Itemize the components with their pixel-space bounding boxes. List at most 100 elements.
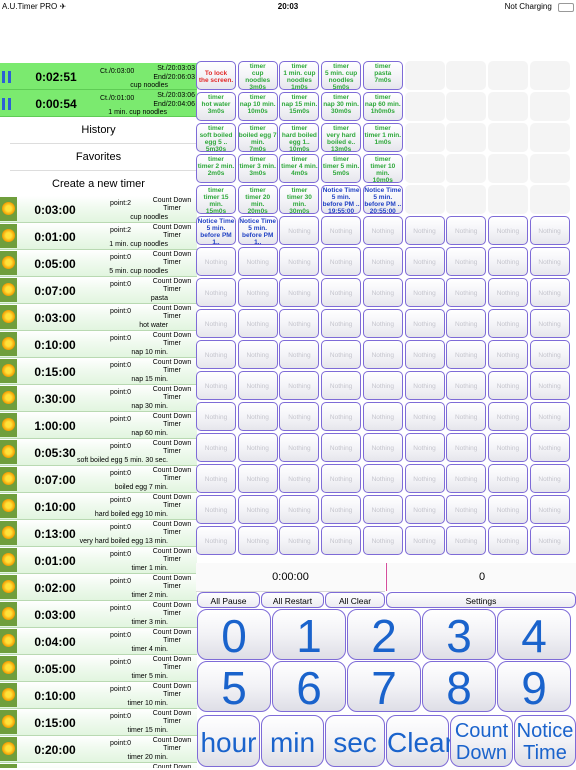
timer-row[interactable]: 0:20:00 point:0 Count Down Timer timer 20 m… [0,736,197,763]
timer-row[interactable]: 0:02:00 point:0 Count Down Timer timer 2 mi… [0,574,197,601]
empty-tile[interactable]: Nothing [279,371,320,400]
empty-tile[interactable]: Nothing [529,495,570,524]
timer-row[interactable]: 0:03:00 point:2 Count Down Timer cup noodle… [0,196,197,223]
timer-row[interactable]: 0:15:00 point:0 Count Down Timer nap 15 min… [0,358,197,385]
empty-tile[interactable]: Nothing [237,309,278,338]
empty-tile[interactable]: Nothing [487,433,528,462]
start-icon[interactable] [0,386,17,410]
start-icon[interactable] [0,467,17,491]
empty-tile[interactable]: Nothing [487,309,528,338]
empty-tile[interactable]: Nothing [446,433,487,462]
timer-tile[interactable]: timer timer 20 min. 20m0s [237,185,278,214]
empty-tile[interactable]: Nothing [487,371,528,400]
empty-tile[interactable]: Nothing [404,216,445,245]
empty-tile[interactable]: Nothing [279,464,320,493]
timer-row[interactable]: 0:04:00 point:0 Count Down Timer timer 4 mi… [0,628,197,655]
favorites-button[interactable]: Favorites [0,144,197,171]
notice-time-tile[interactable]: Notice Time5 min. before PM 1..22:55:00 [237,216,278,245]
empty-tile[interactable]: Nothing [362,526,403,555]
timer-tile[interactable]: timer hard boiled egg 1.. 10m0s [279,123,320,152]
timer-tile[interactable]: timer boiled egg 7 min. 7m0s [237,123,278,152]
empty-tile[interactable]: Nothing [321,216,362,245]
empty-tile[interactable]: Nothing [404,371,445,400]
timer-tile[interactable]: timer nap 30 min. 30m0s [321,92,362,121]
timer-tile[interactable]: timer nap 60 min. 1h0m0s [362,92,403,121]
empty-tile[interactable]: Nothing [321,309,362,338]
empty-tile[interactable]: Nothing [529,216,570,245]
timer-tile[interactable]: timer timer 15 min. 15m0s [196,185,236,214]
empty-tile[interactable]: Nothing [321,433,362,462]
running-timer-2[interactable]: 0:00:54 Ct./0:01:00 St./20:03:06 End/20:0… [0,90,197,117]
start-icon[interactable] [0,359,17,383]
empty-tile[interactable]: Nothing [529,464,570,493]
timer-row[interactable]: 0:30:00 point:0 Count Down Timer nap 30 min… [0,385,197,412]
empty-tile[interactable]: Nothing [529,433,570,462]
notice-time-tile[interactable]: Notice Time 5 min. before PM .. 20:55:00 [362,185,403,214]
empty-tile[interactable]: Nothing [279,278,320,307]
empty-tile[interactable]: Nothing [404,402,445,431]
start-icon[interactable] [0,683,17,707]
key-0[interactable]: 0 [197,609,271,662]
empty-tile[interactable]: Nothing [362,216,403,245]
timer-tile[interactable]: timer nap 10 min. 10m0s [237,92,278,121]
empty-tile[interactable]: Nothing [404,340,445,369]
empty-tile[interactable]: Nothing [446,371,487,400]
timer-tile[interactable]: timer nap 15 min. 15m0s [279,92,320,121]
empty-tile[interactable]: Nothing [196,495,236,524]
key-3[interactable]: 3 [422,609,496,662]
empty-tile[interactable]: Nothing [321,278,362,307]
empty-tile[interactable]: Nothing [196,526,236,555]
empty-tile[interactable]: Nothing [321,526,362,555]
empty-tile[interactable]: Nothing [529,402,570,431]
all-clear-button[interactable]: All Clear [325,592,385,608]
empty-tile[interactable]: Nothing [321,340,362,369]
timer-row[interactable]: 0:07:00 point:0 Count Down Timer pasta [0,277,197,304]
empty-tile[interactable]: Nothing [404,495,445,524]
all-pause-button[interactable]: All Pause [197,592,260,608]
timer-tile[interactable]: timer 5 min. cup noodles 5m0s [321,61,362,90]
start-icon[interactable] [0,305,17,329]
timer-tile[interactable]: timer timer 5 min. 5m0s [321,154,362,183]
empty-tile[interactable]: Nothing [196,371,236,400]
key-7[interactable]: 7 [347,661,421,714]
empty-tile[interactable]: Nothing [362,495,403,524]
empty-tile[interactable]: Nothing [196,340,236,369]
empty-tile[interactable]: Nothing [529,340,570,369]
empty-tile[interactable]: Nothing [487,216,528,245]
empty-tile[interactable]: Nothing [362,402,403,431]
empty-tile[interactable]: Nothing [237,247,278,276]
start-icon[interactable] [0,737,17,761]
key-2[interactable]: 2 [347,609,421,662]
empty-tile[interactable]: Nothing [529,278,570,307]
empty-tile[interactable]: Nothing [237,495,278,524]
empty-tile[interactable]: Nothing [362,340,403,369]
timer-row[interactable]: 1:00:00 point:0 Count Down Timer nap 60 min… [0,412,197,439]
start-icon[interactable] [0,197,17,221]
key-4[interactable]: 4 [497,609,571,662]
timer-tile[interactable]: timer soft boiled egg 5 .. 5m30s [196,123,236,152]
empty-tile[interactable]: Nothing [237,402,278,431]
empty-tile[interactable]: Nothing [362,247,403,276]
empty-tile[interactable]: Nothing [362,464,403,493]
timer-row[interactable]: 0:10:00 point:0 Count Down Timer hard boile… [0,493,197,520]
timer-tile[interactable]: timer hot water 3m0s [196,92,236,121]
empty-tile[interactable]: Nothing [362,433,403,462]
timer-row[interactable]: 0:05:30 point:0 Count Down Timer soft boile… [0,439,197,466]
timer-row[interactable]: 0:05:00 point:0 Count Down Timer 5 min. cup… [0,250,197,277]
empty-tile[interactable]: Nothing [279,247,320,276]
timer-tile[interactable]: timer very hard boiled e.. 13m0s [321,123,362,152]
timer-tile[interactable]: timer 1 min. cup noodles 1m0s [279,61,320,90]
pause-icon[interactable] [2,98,12,110]
clear-button[interactable]: Clear [386,715,454,767]
empty-tile[interactable]: Nothing [362,371,403,400]
empty-tile[interactable]: Nothing [404,464,445,493]
empty-tile[interactable]: Nothing [196,309,236,338]
empty-tile[interactable]: Nothing [487,247,528,276]
pause-icon[interactable] [2,71,12,83]
notice-time-tile[interactable]: Notice Time5 min. before PM 1..21:55:00 [196,216,236,245]
empty-tile[interactable]: Nothing [196,278,236,307]
start-icon[interactable] [0,224,17,248]
key-5[interactable]: 5 [197,661,271,714]
settings-button[interactable]: Settings [386,592,576,608]
empty-tile[interactable]: Nothing [237,278,278,307]
